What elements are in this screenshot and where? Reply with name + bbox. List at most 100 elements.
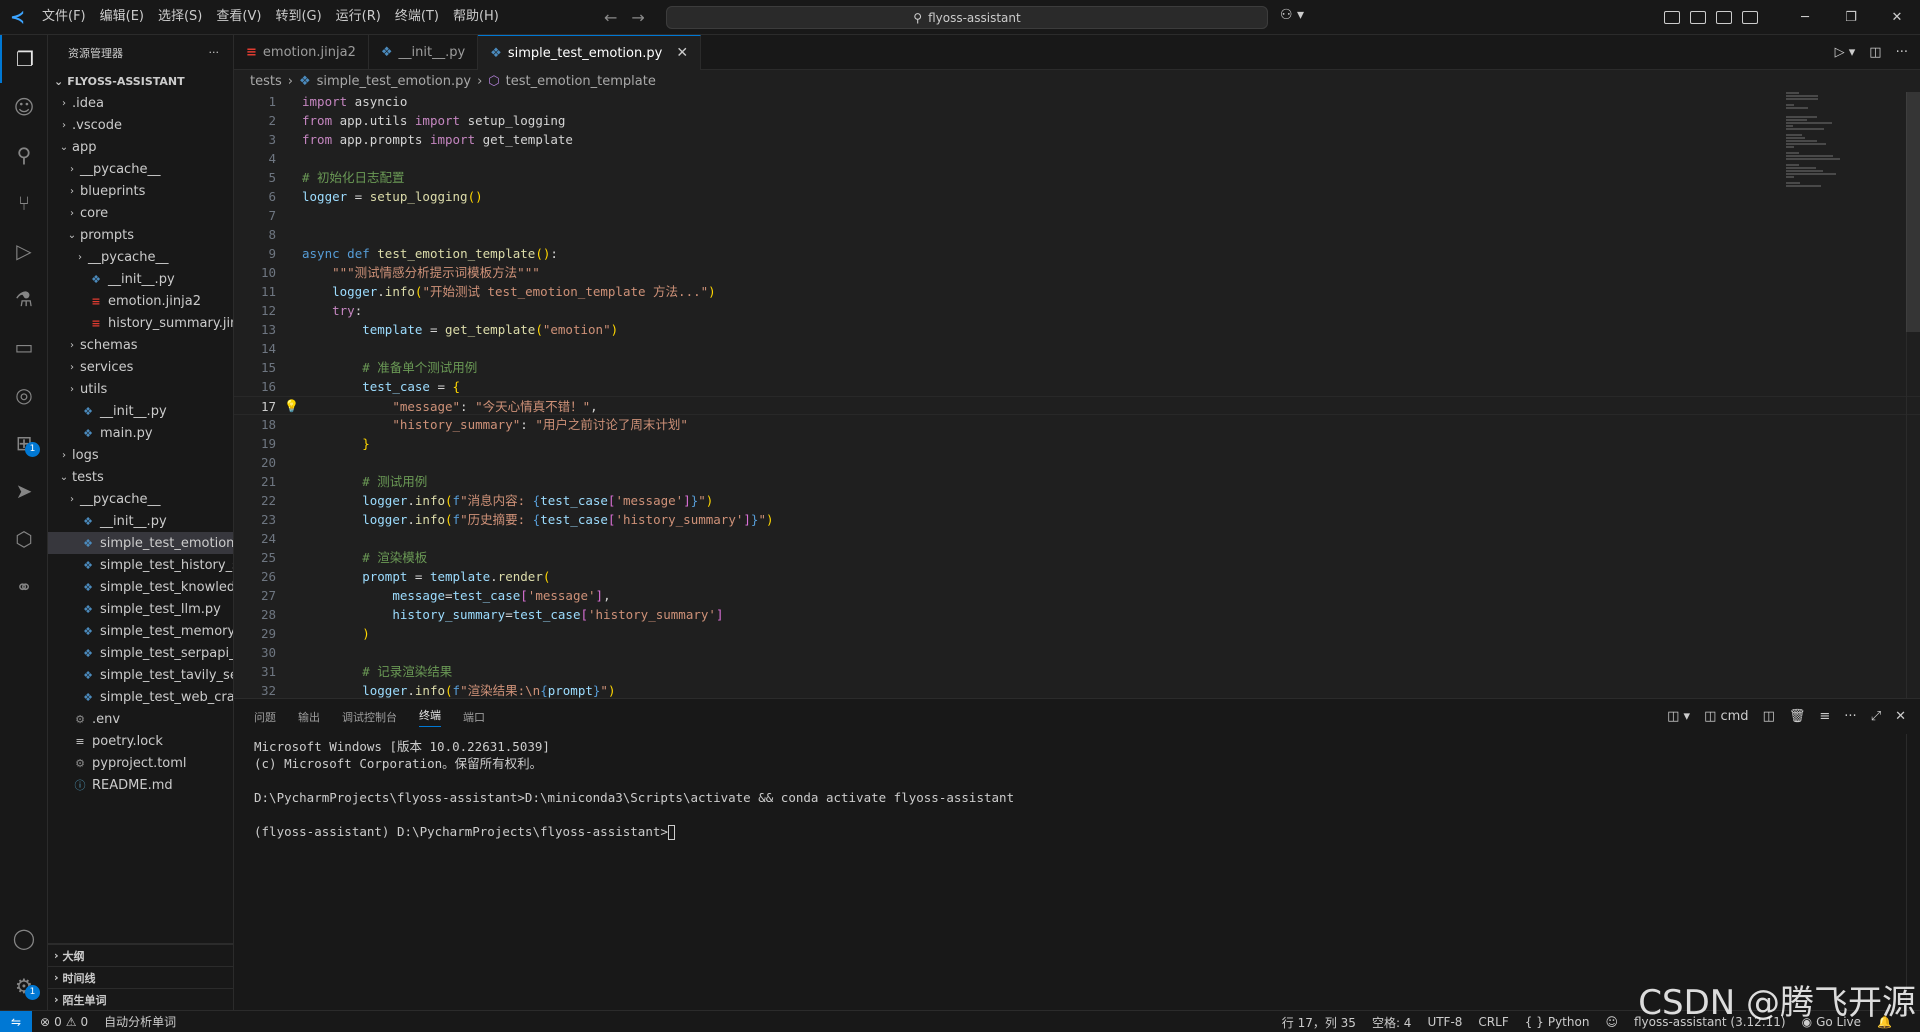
- cursor-position[interactable]: 行 17，列 35: [1274, 1014, 1364, 1031]
- remote-explorer-icon[interactable]: ▭: [0, 323, 48, 371]
- accounts-icon[interactable]: ◯: [0, 914, 48, 962]
- tree-folder[interactable]: › .vscode: [48, 114, 233, 136]
- workspace-root[interactable]: ⌄ FLYOSS-ASSISTANT: [48, 70, 233, 92]
- toggle-sidebar-icon[interactable]: [1690, 11, 1706, 24]
- restore-button[interactable]: ❐: [1828, 0, 1874, 35]
- minimize-button[interactable]: ─: [1782, 0, 1828, 35]
- timeline-section[interactable]: › 时间线: [48, 966, 234, 988]
- tree-file[interactable]: ❖ simple_test_serpapi_se...: [48, 642, 233, 664]
- tree-file[interactable]: ❖ main.py: [48, 422, 233, 444]
- editor-scroll-thumb[interactable]: [1906, 92, 1920, 332]
- toggle-panel-icon[interactable]: [1716, 11, 1732, 24]
- maximize-panel-icon[interactable]: ⤢: [1871, 709, 1881, 724]
- tab-emotion-jinja2[interactable]: ≡ emotion.jinja2: [234, 35, 369, 70]
- tab-debug-console[interactable]: 调试控制台: [342, 709, 397, 725]
- tab-simple-test-emotion[interactable]: ❖ simple_test_emotion.py ✕: [478, 35, 702, 70]
- editor-scrollbar[interactable]: [1906, 92, 1920, 698]
- tree-file[interactable]: ❖ simple_test_memory.py: [48, 620, 233, 642]
- python-icon[interactable]: ⚭: [0, 563, 48, 611]
- tab-init-py[interactable]: ❖ __init__.py: [369, 35, 479, 70]
- run-file-icon[interactable]: ▷ ▾: [1835, 45, 1856, 60]
- go-live-button[interactable]: ◉ Go Live: [1794, 1015, 1869, 1029]
- tree-folder[interactable]: ⌄ tests: [48, 466, 233, 488]
- tree-file[interactable]: ≡ poetry.lock: [48, 730, 233, 752]
- tab-problems[interactable]: 问题: [254, 709, 276, 725]
- explorer-icon[interactable]: ❐: [0, 35, 48, 83]
- indentation-status[interactable]: 空格: 4: [1364, 1014, 1420, 1031]
- kill-terminal-icon[interactable]: 🗑: [1789, 709, 1806, 724]
- breadcrumb-file[interactable]: simple_test_emotion.py: [317, 74, 471, 89]
- menu-go[interactable]: 转到(G): [268, 5, 328, 29]
- copilot-chat-icon[interactable]: ☺: [0, 83, 48, 131]
- notifications-bell-icon[interactable]: 🔔: [1869, 1015, 1900, 1029]
- language-mode[interactable]: { } Python: [1517, 1015, 1598, 1029]
- problems-status[interactable]: ⊗ 0 ⚠ 0: [32, 1015, 96, 1029]
- send-icon[interactable]: ➤: [0, 467, 48, 515]
- tab-terminal[interactable]: 终端: [419, 707, 441, 727]
- command-center-search[interactable]: ⚲ flyoss-assistant: [666, 6, 1268, 29]
- terminal-shell-button[interactable]: ◫ cmd: [1704, 709, 1749, 724]
- menu-run[interactable]: 运行(R): [329, 5, 388, 29]
- menu-file[interactable]: 文件(F): [35, 5, 93, 29]
- search-view-icon[interactable]: ⚲: [0, 131, 48, 179]
- tab-output[interactable]: 输出: [298, 709, 320, 725]
- python-interpreter[interactable]: flyoss-assistant (3.12.11): [1626, 1015, 1794, 1029]
- close-panel-icon[interactable]: ✕: [1895, 709, 1906, 724]
- unknown-words-section[interactable]: › 陌生单词: [48, 988, 234, 1010]
- close-tab-icon[interactable]: ✕: [676, 45, 688, 61]
- tab-ports[interactable]: 端口: [463, 709, 485, 725]
- tree-file[interactable]: ❖ __init__.py: [48, 400, 233, 422]
- outline-section[interactable]: › 大纲: [48, 944, 234, 966]
- tree-file[interactable]: ❖ simple_test_llm.py: [48, 598, 233, 620]
- tree-folder[interactable]: › __pycache__: [48, 158, 233, 180]
- tree-file[interactable]: ≡ emotion.jinja2: [48, 290, 233, 312]
- extensions-icon[interactable]: ⊞ 1: [0, 419, 48, 467]
- tree-folder[interactable]: ⌄ prompts: [48, 224, 233, 246]
- terminal-output[interactable]: Microsoft Windows [版本 10.0.22631.5039] (…: [234, 734, 1920, 844]
- tree-file[interactable]: ❖ __init__.py: [48, 268, 233, 290]
- tree-folder[interactable]: ⌄ app: [48, 136, 233, 158]
- tree-folder[interactable]: › .idea: [48, 92, 233, 114]
- tree-file[interactable]: ⚙ pyproject.toml: [48, 752, 233, 774]
- menu-terminal[interactable]: 终端(T): [388, 5, 446, 29]
- menu-edit[interactable]: 编辑(E): [93, 5, 151, 29]
- tree-file[interactable]: ⚙ .env: [48, 708, 233, 730]
- source-control-icon[interactable]: ⑂: [0, 179, 48, 227]
- copilot-status-icon[interactable]: ☺: [1597, 1015, 1626, 1029]
- customize-layout-icon[interactable]: [1664, 11, 1680, 24]
- breadcrumb-symbol[interactable]: test_emotion_template: [506, 74, 656, 89]
- tree-file[interactable]: ⓘ README.md: [48, 774, 233, 796]
- toggle-secondary-sidebar-icon[interactable]: [1742, 11, 1758, 24]
- menu-help[interactable]: 帮助(H): [446, 5, 506, 29]
- menu-selection[interactable]: 选择(S): [151, 5, 209, 29]
- forward-arrow-icon[interactable]: →: [631, 8, 644, 27]
- tree-file[interactable]: ❖ __init__.py: [48, 510, 233, 532]
- breadcrumb-folder[interactable]: tests: [250, 74, 282, 89]
- minimap[interactable]: [1786, 92, 1906, 192]
- tree-file[interactable]: ≡ history_summary.jinja2: [48, 312, 233, 334]
- tree-folder[interactable]: › utils: [48, 378, 233, 400]
- spell-check-status[interactable]: 自动分析单词: [96, 1013, 184, 1030]
- tree-folder[interactable]: › core: [48, 202, 233, 224]
- copilot-icon[interactable]: ⚇ ▾: [1280, 7, 1304, 23]
- clear-terminal-icon[interactable]: ≡: [1819, 709, 1830, 724]
- code-editor[interactable]: 1 import asyncio 2 from app.utils import se…: [234, 92, 1920, 698]
- terminal-scrollbar[interactable]: [1906, 734, 1920, 1011]
- tree-folder[interactable]: › logs: [48, 444, 233, 466]
- back-arrow-icon[interactable]: ←: [604, 8, 617, 27]
- tree-file[interactable]: ❖ simple_test_tavily_servi...: [48, 664, 233, 686]
- tree-file[interactable]: ❖ simple_test_history_su...: [48, 554, 233, 576]
- editor-more-icon[interactable]: ···: [1896, 45, 1908, 60]
- tree-folder[interactable]: › schemas: [48, 334, 233, 356]
- database-icon[interactable]: ◎: [0, 371, 48, 419]
- tree-file[interactable]: ❖ simple_test_emotion.py: [48, 532, 233, 554]
- tree-folder[interactable]: › services: [48, 356, 233, 378]
- run-debug-icon[interactable]: ▷: [0, 227, 48, 275]
- split-editor-icon[interactable]: ◫: [1869, 45, 1881, 60]
- tree-folder[interactable]: › blueprints: [48, 180, 233, 202]
- tree-folder[interactable]: › __pycache__: [48, 488, 233, 510]
- close-window-button[interactable]: ✕: [1874, 0, 1920, 35]
- remote-indicator-icon[interactable]: ⇋: [0, 1010, 32, 1032]
- testing-icon[interactable]: ⚗: [0, 275, 48, 323]
- encoding-status[interactable]: UTF-8: [1419, 1015, 1470, 1029]
